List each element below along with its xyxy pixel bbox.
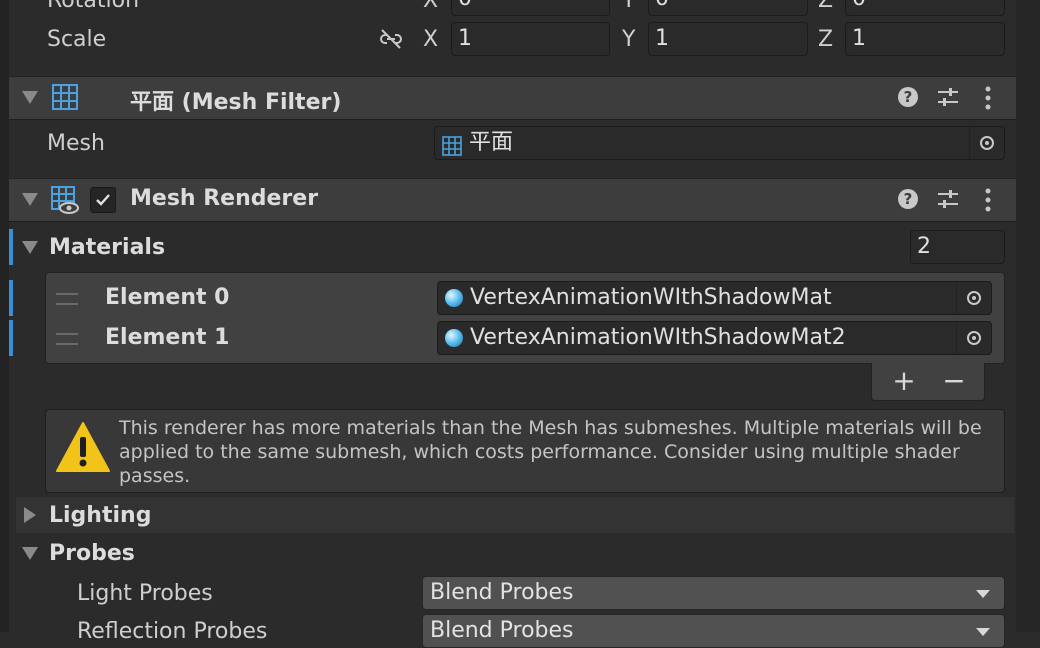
mesh-filter-title: 平面 (Mesh Filter): [130, 90, 342, 115]
scale-y-field[interactable]: 1: [648, 22, 808, 56]
rotation-z-label: Z: [818, 0, 834, 13]
element-1-value: VertexAnimationWIthShadowMat2: [470, 325, 846, 350]
material-sphere-icon: [445, 289, 463, 307]
element-0-object-field[interactable]: VertexAnimationWIthShadowMat: [437, 281, 992, 315]
materials-foldout-icon[interactable]: [22, 241, 38, 254]
light-probes-value: Blend Probes: [430, 580, 574, 605]
element-0-label: Element 0: [105, 285, 230, 310]
mesh-renderer-more-icon[interactable]: [984, 188, 992, 216]
warning-text: This renderer has more materials than th…: [119, 417, 982, 487]
scale-z-field[interactable]: 1: [845, 22, 1005, 56]
materials-label: Materials: [49, 235, 166, 260]
object-picker-icon: [967, 331, 981, 345]
mesh-renderer-icon: [50, 185, 80, 219]
mesh-filter-help-icon[interactable]: ?: [898, 87, 918, 107]
light-probes-label: Light Probes: [77, 581, 213, 606]
remove-element-button[interactable]: −: [940, 366, 968, 396]
mesh-filter-more-icon[interactable]: [984, 86, 992, 114]
mesh-filter-grid-icon: [51, 83, 79, 115]
lighting-foldout-icon[interactable]: [24, 507, 36, 523]
scale-x-label: X: [423, 27, 439, 52]
left-panel-edge: [0, 0, 9, 632]
mesh-renderer-help-icon[interactable]: ?: [898, 189, 918, 209]
mesh-renderer-title: Mesh Renderer: [130, 186, 319, 211]
constrain-proportions-icon[interactable]: [378, 27, 404, 51]
mesh-value: 平面: [469, 130, 514, 155]
dropdown-arrow-icon: [976, 590, 990, 598]
mesh-object-field[interactable]: 平面: [434, 126, 1005, 160]
light-probes-dropdown[interactable]: Blend Probes: [422, 576, 1005, 610]
scale-label: Scale: [47, 27, 107, 52]
mesh-renderer-foldout-icon[interactable]: [22, 193, 38, 206]
element-0-picker-button[interactable]: [956, 282, 991, 314]
mesh-renderer-presets-icon[interactable]: [936, 188, 960, 214]
scale-y-label: Y: [622, 27, 636, 52]
element-1-label: Element 1: [105, 325, 230, 350]
lighting-row[interactable]: [16, 497, 1014, 533]
mesh-label: Mesh: [47, 131, 105, 156]
mesh-filter-presets-icon[interactable]: [936, 86, 960, 112]
materials-modified-bar: [9, 229, 13, 265]
reflection-probes-dropdown[interactable]: Blend Probes: [422, 614, 1005, 648]
scale-z-label: Z: [818, 27, 834, 52]
rotation-x-label: X: [423, 0, 439, 13]
probes-label: Probes: [49, 541, 135, 566]
mesh-renderer-enabled-checkbox[interactable]: [90, 187, 116, 213]
element-1-object-field[interactable]: VertexAnimationWIthShadowMat2: [437, 321, 992, 355]
rotation-y-label: Y: [622, 0, 636, 13]
element-0-drag-handle[interactable]: [56, 293, 78, 305]
mesh-picker-button[interactable]: [969, 127, 1004, 159]
object-picker-icon: [967, 291, 981, 305]
mesh-filter-foldout-icon[interactable]: [22, 91, 38, 104]
reflection-probes-value: Blend Probes: [430, 618, 574, 643]
element-0-modified-bar: [9, 280, 13, 316]
warning-icon: [55, 419, 111, 479]
object-picker-icon: [980, 136, 994, 150]
rotation-y-field[interactable]: 0: [648, 0, 808, 16]
dropdown-arrow-icon: [976, 628, 990, 636]
check-icon: [96, 194, 110, 206]
materials-size-field[interactable]: 2: [910, 230, 1005, 264]
material-sphere-icon: [445, 329, 463, 347]
scale-x-field[interactable]: 1: [451, 22, 610, 56]
element-1-drag-handle[interactable]: [56, 333, 78, 345]
element-0-value: VertexAnimationWIthShadowMat: [470, 285, 832, 310]
element-1-modified-bar: [9, 320, 13, 356]
lighting-label: Lighting: [49, 503, 152, 528]
rotation-label: Rotation: [47, 0, 140, 13]
probes-foldout-icon[interactable]: [22, 547, 38, 560]
add-element-button[interactable]: +: [890, 366, 918, 396]
scrollbar-track[interactable]: [1016, 0, 1040, 632]
element-1-picker-button[interactable]: [956, 322, 991, 354]
mesh-grid-icon: [442, 134, 462, 159]
rotation-x-field[interactable]: 0: [451, 0, 610, 16]
rotation-z-field[interactable]: 0: [845, 0, 1005, 16]
